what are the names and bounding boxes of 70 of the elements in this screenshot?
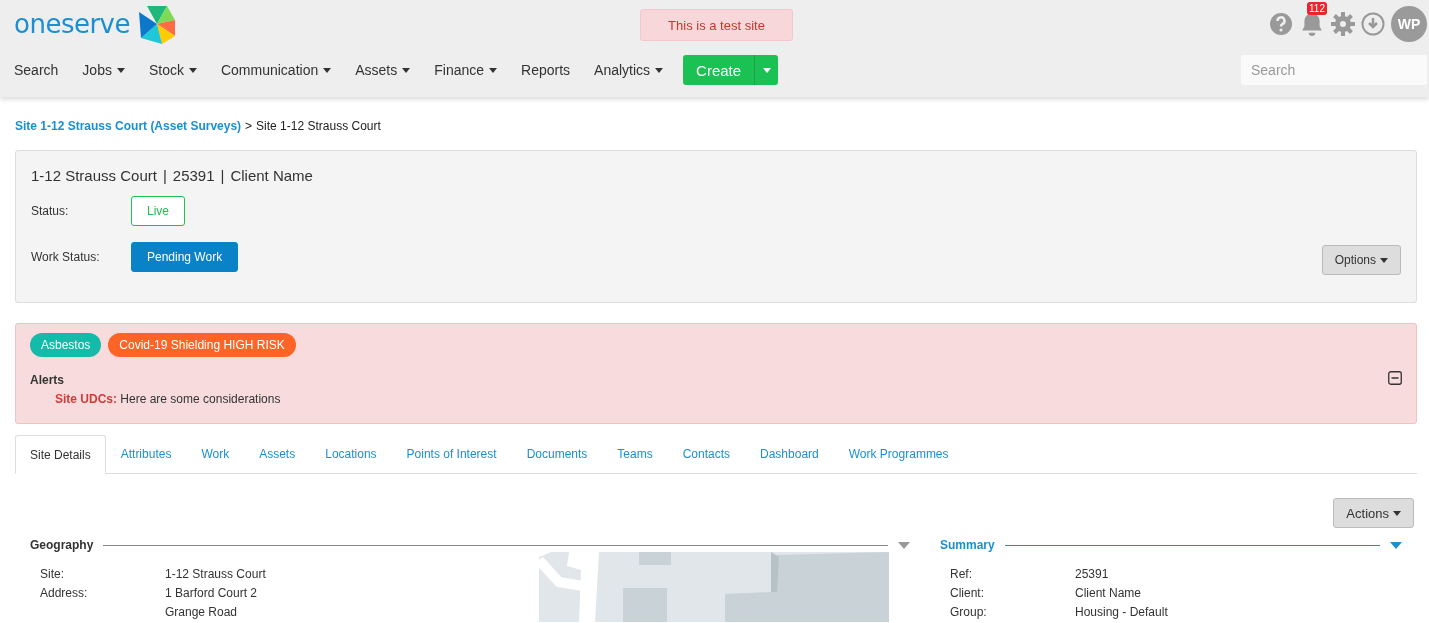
create-dropdown-button[interactable] xyxy=(754,55,779,85)
create-button[interactable]: Create xyxy=(683,55,755,85)
nav-menu-item[interactable]: Search xyxy=(14,62,59,78)
tab[interactable]: Points of Interest xyxy=(391,435,512,473)
nav-menu-item[interactable]: Communication xyxy=(220,62,332,78)
caret-icon xyxy=(489,67,498,73)
breadcrumb-current: Site 1-12 Strauss Court xyxy=(256,119,381,133)
nav-menu-item[interactable]: Finance xyxy=(434,62,498,78)
title-separator: | xyxy=(162,167,167,184)
logo-hexagon-icon xyxy=(138,4,176,44)
nav-menu-item[interactable]: Jobs xyxy=(82,62,125,78)
field-value: Housing - Default xyxy=(1075,605,1168,619)
caret-icon[interactable] xyxy=(1390,541,1402,549)
field-value: 25391 xyxy=(1075,567,1110,581)
caret-icon xyxy=(188,67,197,73)
tab[interactable]: Assets xyxy=(244,435,311,473)
options-button[interactable]: Options xyxy=(1321,245,1401,275)
nav-menu-item[interactable]: Assets xyxy=(355,62,411,78)
field-label: Site: xyxy=(40,567,65,581)
test-site-banner: This is a test site xyxy=(640,9,793,41)
caret-icon xyxy=(655,67,664,73)
breadcrumb-separator: > xyxy=(245,119,253,133)
logo-text: oneserve xyxy=(14,9,130,39)
notification-badge: 112 xyxy=(1307,2,1327,15)
tab[interactable]: Site Details xyxy=(15,435,106,474)
status-badge: Live xyxy=(131,196,185,226)
caret-icon xyxy=(323,67,332,73)
site-title-part: 25391 xyxy=(172,167,215,184)
section-title[interactable]: Summary xyxy=(940,538,995,552)
tab[interactable]: Locations xyxy=(310,435,392,473)
field-value: 1 Barford Court 2 xyxy=(165,586,259,600)
download-icon[interactable] xyxy=(1361,12,1385,36)
search-field[interactable]: Search xyxy=(1241,55,1427,85)
status-badge: Pending Work xyxy=(131,242,239,272)
field-label: Group: xyxy=(950,605,988,619)
tab[interactable]: Work xyxy=(186,435,245,473)
field-value: 1-12 Strauss Court xyxy=(165,567,267,581)
breadcrumb-link[interactable]: Site 1-12 Strauss Court (Asset Surveys) xyxy=(15,119,242,133)
user-avatar[interactable]: WP xyxy=(1391,6,1427,42)
tab[interactable]: Dashboard xyxy=(745,435,834,473)
caret-icon[interactable] xyxy=(898,541,910,549)
caret-icon xyxy=(402,67,411,73)
nav-menu-item[interactable]: Stock xyxy=(148,62,197,78)
site-title-part: Client Name xyxy=(230,167,313,184)
field-label: Client: xyxy=(950,586,985,600)
nav-menu-item[interactable]: Analytics xyxy=(594,62,664,78)
actions-button[interactable]: Actions xyxy=(1333,498,1414,528)
tab[interactable]: Work Programmes xyxy=(833,435,964,473)
alert-message: Site UDCs: Here are some considerations xyxy=(54,392,282,406)
tab[interactable]: Documents xyxy=(511,435,603,473)
alert-tag: Covid-19 Shielding HIGH RISK xyxy=(108,333,296,357)
alert-tag: Asbestos xyxy=(30,333,102,357)
tab[interactable]: Attributes xyxy=(105,435,187,473)
field-value: Client Name xyxy=(1075,586,1143,600)
nav-menu-item[interactable]: Reports xyxy=(521,62,571,78)
section-title[interactable]: Geography xyxy=(30,538,94,552)
tab[interactable]: Contacts xyxy=(667,435,746,473)
collapse-icon[interactable] xyxy=(1388,371,1402,385)
help-icon[interactable] xyxy=(1269,12,1293,36)
status-label: Status: xyxy=(31,204,70,218)
field-label: Ref: xyxy=(950,567,973,581)
settings-icon[interactable] xyxy=(1331,12,1355,36)
site-title-part: 1-12 Strauss Court xyxy=(31,167,157,184)
field-label: Address: xyxy=(40,586,89,602)
alerts-heading: Alerts xyxy=(30,373,64,387)
tab[interactable]: Teams xyxy=(602,435,668,473)
title-separator: | xyxy=(220,167,225,184)
field-value: Grange Road xyxy=(165,605,239,619)
status-label: Work Status: xyxy=(31,250,101,264)
caret-icon xyxy=(116,67,125,73)
